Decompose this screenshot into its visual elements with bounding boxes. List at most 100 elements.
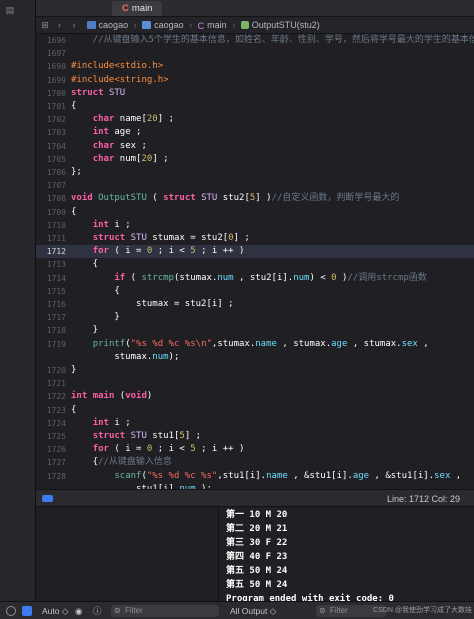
code-line[interactable]: 1724 int i ; (36, 417, 474, 430)
code-token: int (92, 219, 109, 230)
line-number: 1699 (46, 75, 66, 85)
code-token: } (71, 312, 120, 323)
line-number: 1716 (46, 300, 66, 309)
code-token: ] ; (152, 153, 169, 164)
breadcrumb-function[interactable]: OutputSTU(stu2) (240, 17, 320, 34)
line-number: 1709 (46, 207, 66, 217)
info-icon[interactable]: ⓘ (93, 602, 102, 619)
code-line[interactable]: 1709 { (36, 206, 474, 219)
breadcrumb-file[interactable]: Cmain (198, 17, 227, 34)
code-line[interactable]: 1704 char sex ; (36, 140, 474, 153)
code-token: STU (201, 193, 218, 204)
filter-icon: ⊜ (114, 606, 121, 615)
line-number: 1700 (46, 88, 66, 98)
code-text: printf("%s %d %c %s\n",stumax.name , stu… (71, 338, 429, 351)
debug-area-toggle-icon[interactable] (42, 495, 53, 502)
code-token: ; i ++ ) (195, 444, 245, 455)
code-line[interactable]: 1706}; (36, 166, 474, 179)
line-number: 1726 (46, 445, 66, 455)
code-token: int (71, 391, 88, 402)
code-line[interactable]: 1703 int age ; (36, 126, 474, 139)
back-chevron-icon[interactable]: ‹ (54, 17, 66, 34)
code-token: char (92, 153, 115, 164)
line-number: 1706 (46, 168, 66, 177)
code-token: , stumax. (276, 338, 332, 349)
code-token: scanf (114, 470, 142, 481)
code-text: { (71, 404, 76, 417)
line-number: 1722 (46, 392, 66, 402)
code-line[interactable]: 1707 (36, 179, 474, 192)
code-line[interactable]: 1719 printf("%s %d %c %s\n",stumax.name … (36, 338, 474, 351)
tab-main[interactable]: Cmain (112, 1, 163, 16)
code-line[interactable]: 1718 } (36, 324, 474, 337)
code-text: char sex ; (71, 140, 147, 153)
debug-area: 第一 10 M 20 第二 20 M 21 第三 30 F 22 第四 40 F 23… (36, 507, 474, 604)
code-token: //自定义函数，判断学号最大的 (271, 193, 400, 204)
code-line[interactable]: 1702 char name[20] ; (36, 113, 474, 126)
run-status-icon[interactable] (6, 602, 16, 619)
code-line[interactable]: 1711 struct STU stumax = stu2[0] ; (36, 232, 474, 245)
code-line[interactable]: 1699 #include<string.h> (36, 74, 474, 87)
code-token: sex (434, 470, 451, 481)
auto-variables-menu[interactable]: Auto ◇ (42, 602, 68, 619)
code-text: }; (71, 166, 82, 179)
code-line[interactable]: 1698 #include<stdio.h> (36, 60, 474, 73)
code-line[interactable]: 1697 (36, 47, 474, 60)
code-line[interactable]: 1696 //从键盘输入5个学生的基本信息，如姓名、年龄、性别、学号，然后将学号… (36, 34, 474, 47)
code-line[interactable]: 1726 for ( i = 0 ; i < 5 ; i ++ ) (36, 443, 474, 456)
code-line[interactable]: 1715 { (36, 285, 474, 298)
code-token: //从键盘输入5个学生的基本信息，如姓名、年龄、性别、学号，然后将学号最大的学生… (71, 35, 474, 45)
code-line[interactable]: 1716 stumax = stu2[i] ; (36, 298, 474, 311)
code-token: void (71, 193, 93, 204)
code-token: stumax = stu2[ (146, 233, 229, 243)
code-text: struct STU stu1[5] ; (71, 430, 201, 443)
debug-area-divider[interactable] (218, 507, 219, 601)
c-file-icon: C (122, 3, 129, 14)
code-line[interactable]: 1721 (36, 377, 474, 390)
code-token: { (71, 206, 77, 217)
code-line[interactable]: 1723 { (36, 404, 474, 417)
tab-main-label: main (131, 3, 153, 14)
code-line[interactable]: 1717 } (36, 311, 474, 324)
code-token: char (92, 114, 115, 125)
code-text: int main (void) (71, 390, 152, 403)
forward-chevron-icon[interactable]: › (68, 17, 80, 34)
code-text: #include<string.h> (71, 74, 169, 87)
code-token: ] ; (184, 431, 202, 441)
code-line[interactable]: 1722 int main (void) (36, 390, 474, 403)
sidebar-toggle-icon[interactable]: ▤ (4, 4, 16, 16)
breadcrumb-project[interactable]: caogao (86, 17, 128, 34)
line-number: 1723 (46, 405, 66, 415)
line-number: 1712 (46, 247, 66, 257)
code-line[interactable]: 1720} (36, 364, 474, 377)
eye-icon[interactable]: ◉ (75, 602, 82, 619)
code-line[interactable]: 1713 { (36, 258, 474, 271)
grid-icon[interactable]: ⊞ (39, 17, 51, 34)
code-line[interactable]: 1700 struct STU (36, 87, 474, 100)
code-token: ( (125, 272, 142, 283)
code-line[interactable]: 1705 char num[20] ; (36, 153, 474, 166)
code-line[interactable]: 1701 { (36, 100, 474, 113)
code-editor[interactable]: 1696 //从键盘输入5个学生的基本信息，如姓名、年龄、性别、学号，然后将学号… (36, 34, 474, 489)
code-line[interactable]: 1728 scanf("%s %d %c %s",stu1[i].name , … (36, 470, 474, 483)
code-line[interactable]: 1714 if ( strcmp(stumax.num , stu2[i].nu… (36, 272, 474, 285)
code-token: } (71, 325, 99, 336)
code-token: } (71, 365, 77, 375)
code-line[interactable]: 1712 for ( i = 0 ; i < 5 ; i ++ ) (36, 245, 474, 259)
output-filter-menu[interactable]: All Output ◇ (230, 602, 276, 619)
variables-filter-input[interactable]: ⊜ Filter (111, 605, 219, 617)
breakpoint-badge-icon[interactable] (22, 602, 32, 619)
code-token: ; i ++ ) (195, 246, 245, 257)
code-line[interactable]: stumax.num); (36, 351, 474, 364)
code-line[interactable]: 1710 int i ; (36, 219, 474, 232)
code-token: STU (130, 233, 147, 243)
code-line[interactable]: 1727 {//从键盘输入信息 (36, 456, 474, 469)
code-token: num (293, 272, 310, 283)
code-token: 20 (141, 153, 153, 164)
breadcrumb-folder[interactable]: caogao (142, 17, 184, 34)
code-line[interactable]: 1725 struct STU stu1[5] ; (36, 430, 474, 443)
code-line[interactable]: 1708 void OutputSTU ( struct STU stu2[5] … (36, 192, 474, 205)
navigator-strip: ▤ ◷ (0, 0, 36, 619)
